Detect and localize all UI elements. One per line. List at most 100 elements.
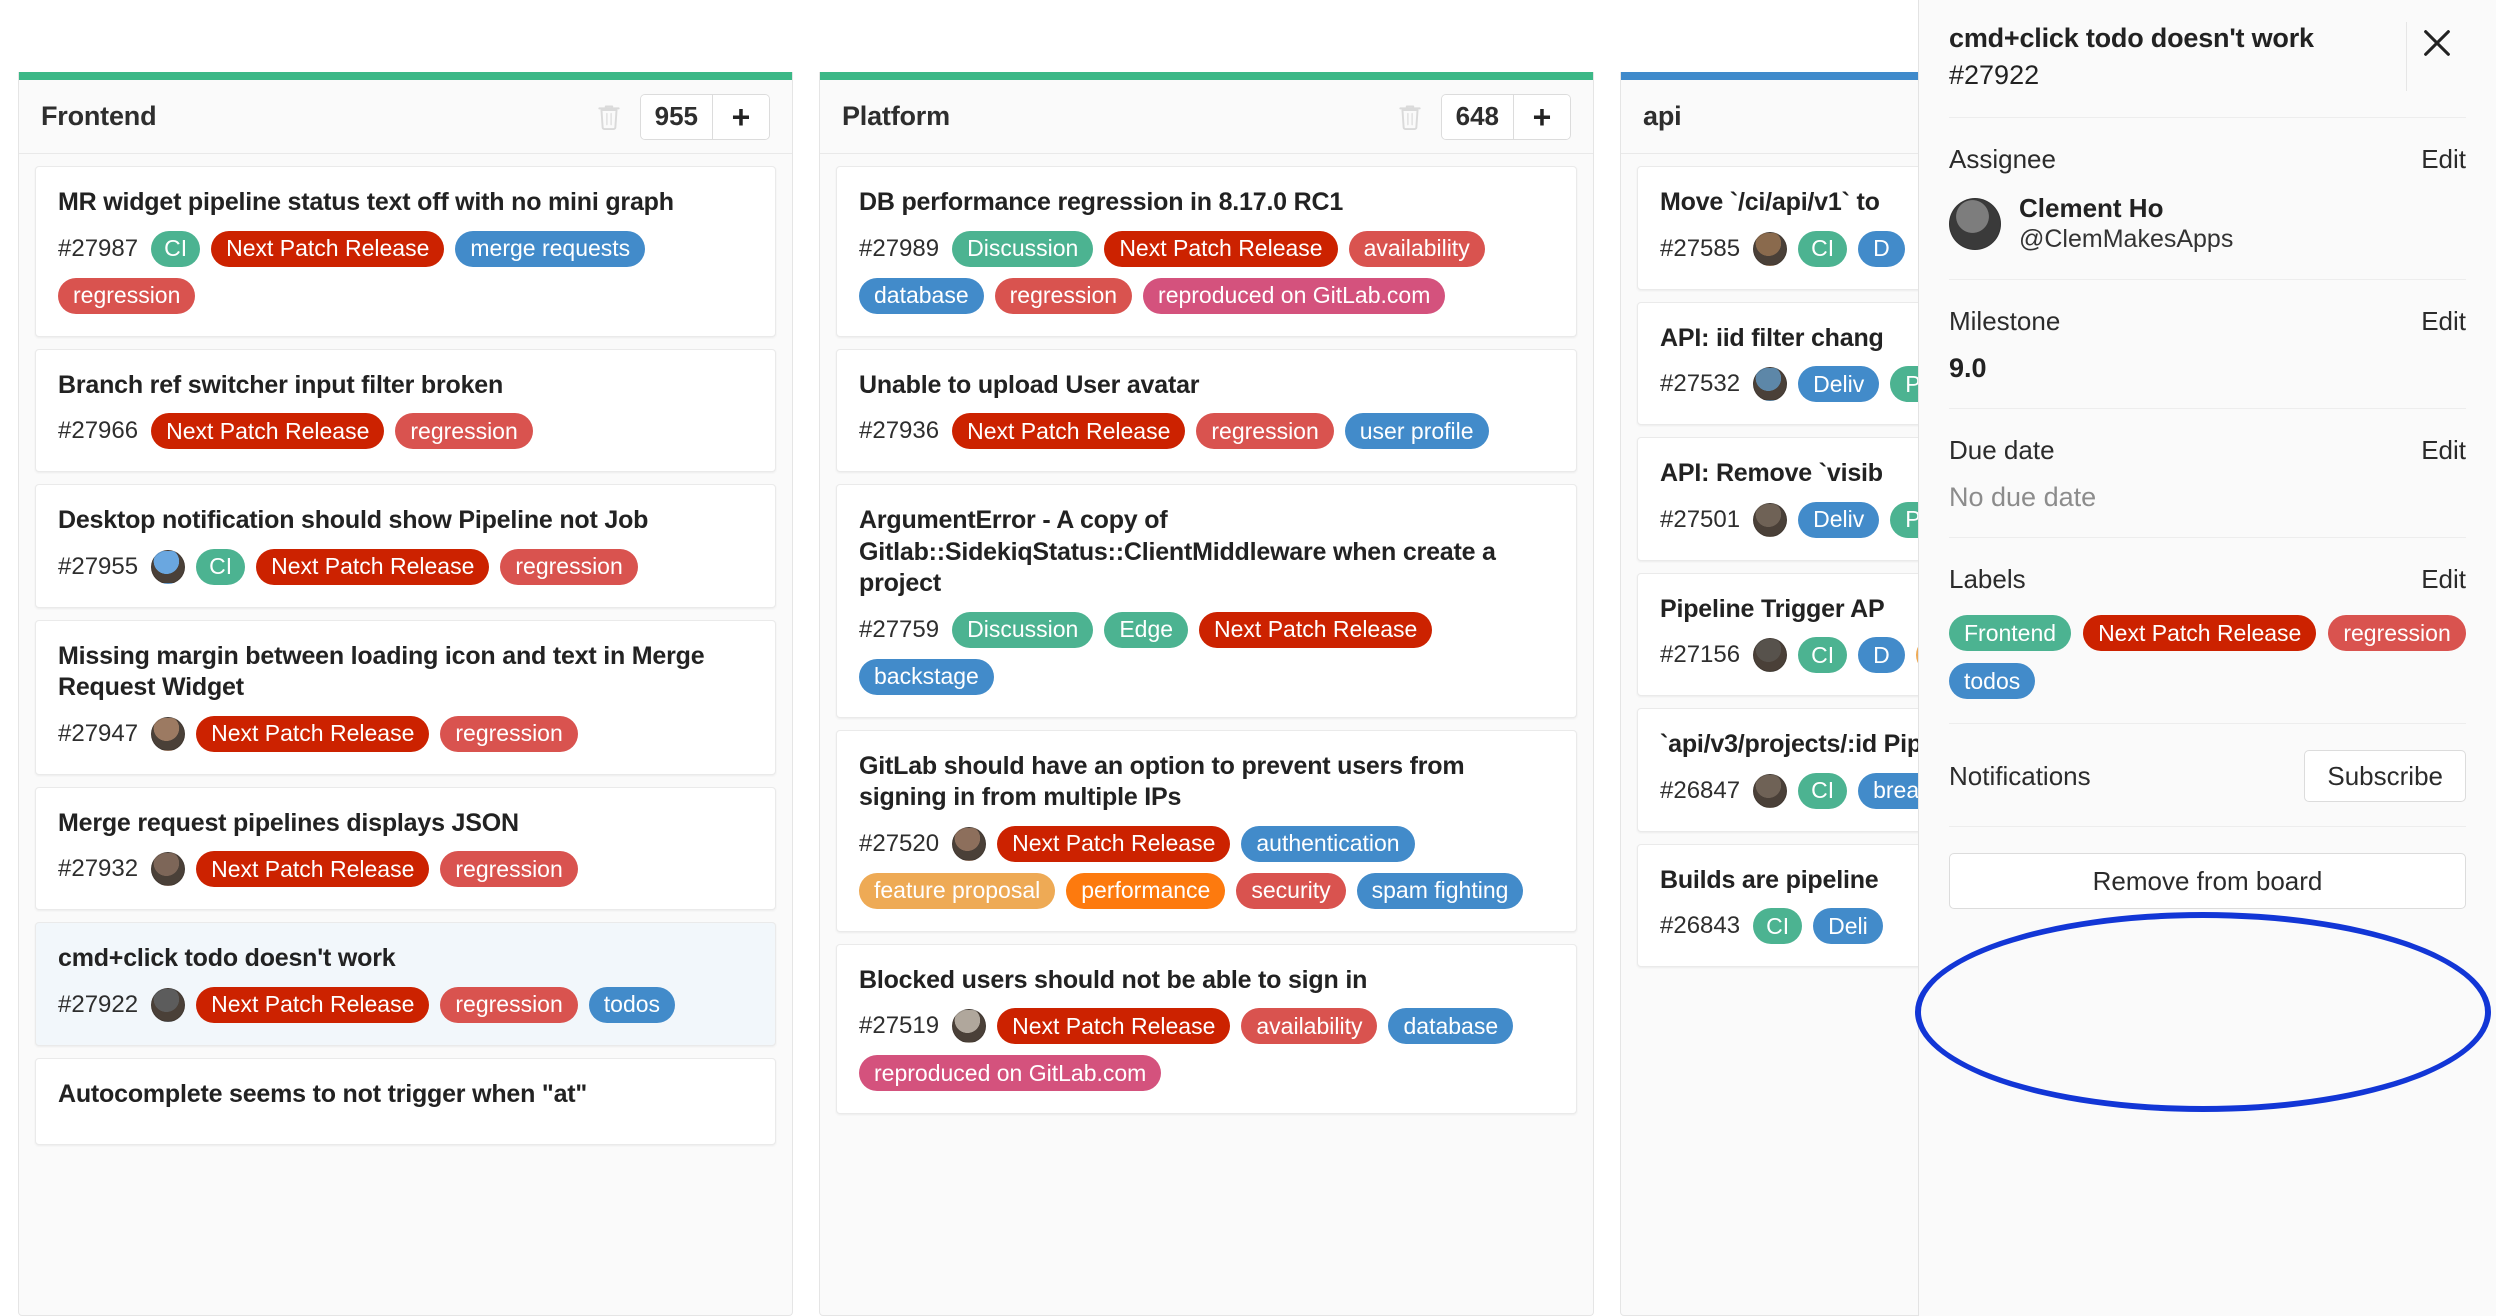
trash-icon — [1398, 104, 1421, 130]
issue-card-meta: #27932 Next Patch Release regression — [58, 851, 753, 887]
milestone-label: Milestone — [1949, 306, 2061, 337]
issue-card[interactable]: Branch ref switcher input filter broken #… — [35, 348, 776, 472]
issue-card-meta: #27936 Next Patch Release regression user p… — [859, 413, 1554, 449]
avatar — [151, 716, 186, 751]
issue-label-badge: CI — [151, 230, 201, 267]
issue-card-meta: #27947 Next Patch Release regression — [58, 715, 753, 752]
assignee-text: Clement Ho @ClemMakesApps — [2019, 193, 2233, 255]
due-date-value: No due date — [1949, 482, 2097, 513]
due-date-edit-button[interactable]: Edit — [2421, 435, 2466, 466]
issue-card[interactable]: Merge request pipelines displays JSON #27… — [35, 786, 776, 910]
issue-card-id: #27989 — [859, 234, 940, 262]
delete-list-button[interactable] — [1397, 103, 1423, 131]
issue-label-badge: reproduced on GitLab.com — [859, 1055, 1162, 1091]
issue-card[interactable]: Unable to upload User avatar #27936 Next P… — [836, 348, 1577, 472]
sidebar-issue-title: cmd+click todo doesn't work — [1949, 23, 2314, 53]
issue-card[interactable]: MR widget pipeline status text off with … — [35, 166, 776, 337]
add-issue-button[interactable]: + — [1514, 94, 1570, 139]
labels-section: Labels Edit Frontend Next Patch Release re… — [1949, 538, 2466, 725]
issue-card[interactable]: GitLab should have an option to prevent … — [836, 729, 1577, 932]
issue-label-badge: Next Patch Release — [196, 851, 430, 887]
issue-card-id: #27519 — [859, 1012, 940, 1039]
remove-from-board-button[interactable]: Remove from board — [1949, 853, 2466, 910]
issue-label-badge: D — [1858, 637, 1905, 673]
issue-card[interactable]: Missing margin between loading icon and … — [35, 619, 776, 775]
issue-card-id: #27932 — [58, 855, 139, 882]
issue-card-title: cmd+click todo doesn't work — [58, 944, 396, 972]
issue-card-id: #27520 — [859, 829, 940, 857]
column-header: Frontend 955 + — [19, 80, 792, 154]
issue-label-badge: regression — [994, 277, 1133, 314]
issue-count: 648 — [1441, 94, 1514, 139]
issue-card-title: MR widget pipeline status text off with … — [58, 188, 674, 216]
milestone-value: 9.0 — [1949, 353, 1987, 384]
avatar — [1753, 773, 1788, 808]
sidebar-issue-id: #27922 — [1949, 59, 2040, 90]
close-icon — [2423, 30, 2450, 56]
avatar — [151, 987, 186, 1022]
issue-card[interactable]: ArgumentError - A copy of Gitlab::Sideki… — [836, 484, 1577, 718]
avatar — [151, 852, 186, 886]
issue-card[interactable]: cmd+click todo doesn't work #27922 Next Pa… — [35, 922, 776, 1046]
column-card-list: DB performance regression in 8.17.0 RC1 #… — [820, 154, 1593, 1315]
issue-label-badge: reproduced on GitLab.com — [1143, 277, 1446, 314]
sidebar-header: cmd+click todo doesn't work #27922 — [1949, 0, 2466, 118]
due-date-label: Due date — [1949, 435, 2055, 466]
close-button[interactable] — [2406, 22, 2466, 91]
issue-card-title: Merge request pipelines displays JSON — [58, 808, 519, 837]
issue-label-badge: Next Patch Release — [1104, 230, 1338, 267]
issue-label-badge: feature proposal — [859, 872, 1056, 909]
column-title: Frontend — [41, 101, 157, 131]
issue-card-id: #27936 — [859, 417, 940, 444]
issue-card[interactable]: DB performance regression in 8.17.0 RC1 #… — [836, 166, 1577, 337]
trash-icon — [597, 104, 620, 130]
labels-label: Labels — [1949, 564, 2026, 595]
assignee-edit-button[interactable]: Edit — [2421, 144, 2466, 175]
add-issue-button[interactable]: + — [713, 94, 769, 139]
issue-label-badge: Discussion — [952, 230, 1094, 267]
assignee-header: Assignee Edit — [1949, 144, 2466, 175]
issue-label-badge: Discussion — [952, 611, 1094, 648]
board-column: Frontend 955 + MR widget pipeline status te… — [18, 72, 793, 1316]
avatar — [1753, 638, 1788, 672]
sidebar-label-badge: todos — [1949, 663, 2036, 700]
issue-card-title: Autocomplete seems to not trigger when "… — [58, 1079, 588, 1108]
issue-label-badge: performance — [1066, 872, 1226, 909]
issue-card[interactable]: Desktop notification should show Pipelin… — [35, 484, 776, 608]
labels-edit-button[interactable]: Edit — [2421, 564, 2466, 595]
issue-card-id: #27987 — [58, 234, 139, 262]
issue-card-meta: #27922 Next Patch Release regression todos — [58, 986, 753, 1023]
issue-label-badge: database — [1388, 1008, 1514, 1044]
sidebar-title-wrap: cmd+click todo doesn't work #27922 — [1949, 22, 2406, 91]
avatar — [1949, 197, 2001, 250]
subscribe-button[interactable]: Subscribe — [2304, 750, 2466, 803]
issue-card-id: #26847 — [1660, 776, 1741, 804]
delete-list-button[interactable] — [596, 103, 622, 131]
issue-label-badge: Deliv — [1798, 366, 1880, 402]
issue-label-badge: CI — [1753, 908, 1803, 944]
issue-card-title: Blocked users should not be able to sign… — [859, 965, 1368, 994]
column-title: Platform — [842, 101, 950, 131]
due-date-header: Due date Edit — [1949, 435, 2466, 466]
issue-label-badge: regression — [1196, 413, 1334, 449]
milestone-edit-button[interactable]: Edit — [2421, 306, 2466, 337]
avatar — [952, 1009, 987, 1043]
issue-card-id: #27966 — [58, 417, 139, 444]
issue-card-meta: #27989 Discussion Next Patch Release availa… — [859, 230, 1554, 314]
issue-label-badge: regression — [500, 548, 638, 585]
issue-card-id: #27585 — [1660, 234, 1741, 262]
issue-card[interactable]: Autocomplete seems to not trigger when "… — [35, 1057, 776, 1145]
issue-label-badge: Next Patch Release — [997, 825, 1231, 862]
issue-label-badge: Deliv — [1798, 501, 1880, 538]
avatar — [1753, 367, 1788, 401]
issue-card-id: #27947 — [58, 719, 139, 747]
issue-label-badge: CI — [1798, 772, 1848, 809]
sidebar-label-badge: Next Patch Release — [2083, 615, 2317, 652]
issue-card[interactable]: Blocked users should not be able to sign… — [836, 943, 1577, 1114]
issue-label-badge: regression — [440, 715, 578, 752]
assignee-value[interactable]: Clement Ho @ClemMakesApps — [1949, 193, 2466, 255]
assignee-name: Clement Ho — [2019, 192, 2164, 223]
issue-label-badge: todos — [588, 986, 676, 1023]
issue-label-badge: user profile — [1344, 413, 1489, 449]
labels-list: Frontend Next Patch Release regression todo… — [1949, 615, 2466, 700]
